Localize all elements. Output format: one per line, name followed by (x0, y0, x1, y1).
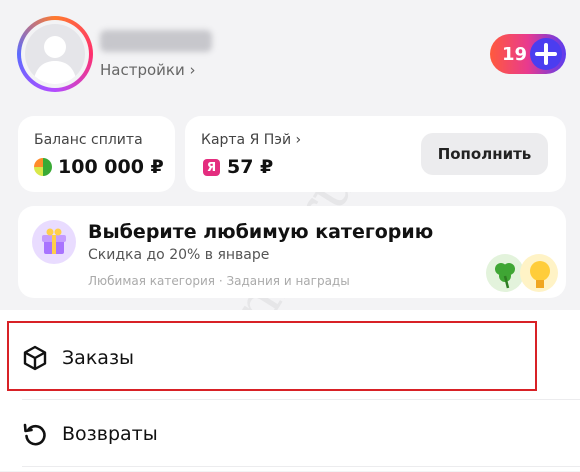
plus-points-badge[interactable]: 19 (490, 34, 566, 74)
split-balance-label: Баланс сплита (34, 132, 143, 148)
coin-icon (34, 158, 52, 176)
clover-icon (486, 254, 524, 292)
category-tags: Любимая категория · Задания и награды (88, 274, 350, 288)
gift-icon (32, 220, 76, 264)
split-balance-value-row: 100 000 ₽ (34, 156, 164, 178)
top-up-button[interactable]: Пополнить (421, 133, 548, 175)
refresh-icon (22, 421, 48, 447)
returns-label: Возвраты (62, 423, 158, 445)
yandex-pay-icon: Я (203, 158, 220, 176)
yandex-pay-value-row: Я 57 ₽ (203, 156, 273, 178)
split-balance-value: 100 000 ₽ (58, 156, 164, 178)
category-title: Выберите любимую категорию (88, 221, 434, 243)
plus-points-count: 19 (502, 43, 528, 65)
medal-icon (520, 254, 558, 292)
favorite-category-card[interactable]: Выберите любимую категорию Скидка до 20%… (18, 206, 566, 298)
avatar[interactable] (17, 16, 93, 92)
settings-link[interactable]: Настройки › (100, 61, 195, 79)
user-name-redacted (100, 30, 212, 52)
category-subtitle: Скидка до 20% в январе (88, 247, 270, 263)
orders-highlight-frame (7, 321, 537, 391)
plus-icon (530, 38, 562, 70)
yandex-pay-label: Карта Я Пэй › (201, 132, 302, 148)
divider (22, 466, 580, 467)
user-silhouette-icon (33, 36, 77, 84)
yandex-pay-card[interactable]: Карта Я Пэй › Я 57 ₽ Пополнить (185, 116, 566, 192)
returns-menu-item[interactable]: Возвраты (0, 396, 580, 472)
split-balance-card[interactable]: Баланс сплита 100 000 ₽ (18, 116, 175, 192)
yandex-pay-balance: 57 ₽ (227, 156, 274, 178)
